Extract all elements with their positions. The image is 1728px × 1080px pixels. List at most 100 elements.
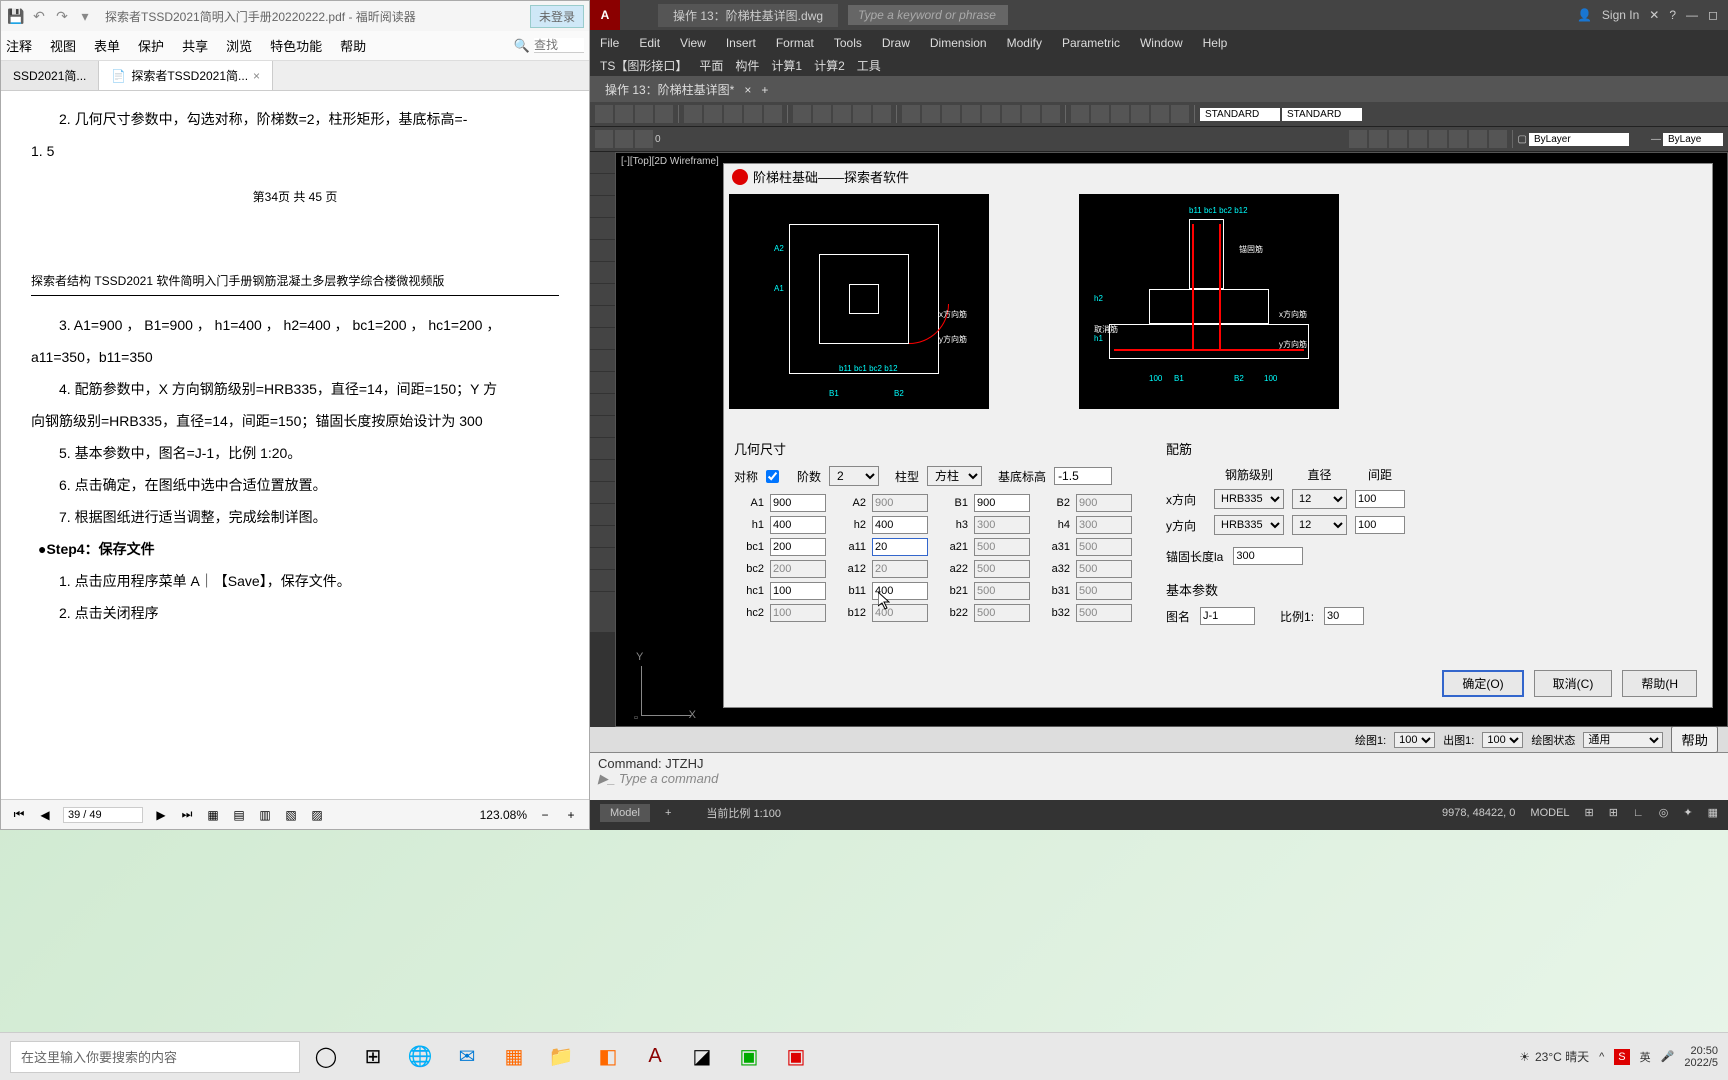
command-input[interactable]: Type a command (619, 771, 718, 786)
menu-browse[interactable]: 浏览 (226, 36, 252, 55)
cortana-icon[interactable]: ⊞ (352, 1037, 394, 1077)
explorer-icon[interactable]: 📁 (540, 1037, 582, 1077)
last-page-icon[interactable]: ⏭ (179, 807, 195, 822)
y-dia-select[interactable]: 12 (1292, 515, 1347, 535)
tool-icon[interactable] (902, 105, 920, 123)
bc1-input[interactable] (770, 538, 826, 556)
name-input[interactable] (1200, 607, 1255, 625)
tool-icon[interactable] (1071, 105, 1089, 123)
tool-icon[interactable] (833, 105, 851, 123)
coltype-select[interactable]: 方柱 (927, 466, 982, 486)
tool-icon[interactable] (1002, 105, 1020, 123)
menu-help[interactable]: Help (1203, 36, 1228, 50)
tool-icon[interactable] (1489, 130, 1507, 148)
draw-tool-icon[interactable] (590, 174, 615, 196)
taskbar-search-input[interactable]: 在这里输入你要搜索的内容 (10, 1041, 300, 1073)
zoom-out-icon[interactable]: − (537, 808, 553, 822)
tool-icon[interactable] (724, 105, 742, 123)
tool-icon[interactable] (595, 105, 613, 123)
tool-icon[interactable] (635, 130, 653, 148)
ime-icon[interactable]: S (1614, 1049, 1629, 1065)
tool-icon[interactable] (942, 105, 960, 123)
layout-icon[interactable]: ▧ (283, 808, 299, 822)
layer-combo[interactable]: STANDARD (1282, 108, 1362, 121)
status-icon[interactable]: ⊞ (1585, 806, 1594, 819)
x-grade-select[interactable]: HRB335 (1214, 489, 1284, 509)
tray-icon[interactable]: ^ (1599, 1051, 1604, 1063)
tool-icon[interactable] (1151, 105, 1169, 123)
draw-tool-icon[interactable] (590, 240, 615, 262)
plus-icon[interactable]: + (665, 807, 671, 819)
login-button[interactable]: 未登录 (530, 5, 584, 28)
menu-tools[interactable]: Tools (834, 36, 862, 50)
x-dia-select[interactable]: 12 (1292, 489, 1347, 509)
draw-tool-icon[interactable] (590, 504, 615, 526)
help-button[interactable]: 帮助 (1671, 726, 1718, 753)
mail-icon[interactable]: ✉ (446, 1037, 488, 1077)
edge-icon[interactable]: 🌐 (399, 1037, 441, 1077)
out1-select[interactable]: 100 (1482, 732, 1523, 748)
layout-icon[interactable]: ▨ (309, 808, 325, 822)
menu-feature[interactable]: 特色功能 (270, 36, 322, 55)
draw-tool-icon[interactable] (590, 284, 615, 306)
tool-icon[interactable] (1429, 130, 1447, 148)
menu-parametric[interactable]: Parametric (1062, 36, 1120, 50)
tool-icon[interactable] (1091, 105, 1109, 123)
menu2-tool[interactable]: 工具 (857, 57, 881, 74)
tool-icon[interactable] (1111, 105, 1129, 123)
draw-tool-icon[interactable] (590, 416, 615, 438)
save-icon[interactable]: 💾 (6, 6, 26, 26)
ok-button[interactable]: 确定(O) (1442, 670, 1523, 697)
doctab[interactable]: 操作 13：阶梯柱基详图* (605, 81, 734, 98)
menu-modify[interactable]: Modify (1007, 36, 1042, 50)
x-spc-input[interactable] (1355, 490, 1405, 508)
clock-time[interactable]: 20:50 (1684, 1045, 1718, 1057)
tool-icon[interactable] (1349, 130, 1367, 148)
menu2-ts[interactable]: TS【图形接口】 (600, 57, 687, 74)
status-icon[interactable]: ▦ (1708, 806, 1718, 819)
maximize-icon[interactable]: ◻ (1708, 8, 1718, 22)
task-view-icon[interactable]: ◯ (305, 1037, 347, 1077)
tool-icon[interactable] (704, 105, 722, 123)
close-icon[interactable]: × (253, 69, 260, 83)
weather-widget[interactable]: ☀ 23°C 晴天 (1519, 1048, 1589, 1065)
cancel-button[interactable]: 取消(C) (1534, 670, 1613, 697)
ime-label[interactable]: 英 (1640, 1049, 1651, 1065)
model-tab[interactable]: Model (600, 804, 650, 822)
app-icon[interactable]: ▦ (493, 1037, 535, 1077)
menu-protect[interactable]: 保护 (138, 36, 164, 55)
tool-icon[interactable] (744, 105, 762, 123)
tool-icon[interactable] (1469, 130, 1487, 148)
tool-icon[interactable] (595, 130, 613, 148)
menu-share[interactable]: 共享 (182, 36, 208, 55)
baseelev-input[interactable] (1054, 467, 1112, 485)
pdf-tab-2[interactable]: 📄 探索者TSSD2021简... × (99, 61, 273, 90)
b11-input[interactable] (872, 582, 928, 600)
search-icon[interactable]: 🔍 (514, 38, 530, 54)
draw-tool-icon[interactable] (590, 438, 615, 460)
y-spc-input[interactable] (1355, 516, 1405, 534)
draw-tool-icon[interactable] (590, 328, 615, 350)
layout-icon[interactable]: ▦ (205, 808, 221, 822)
tool-icon[interactable] (793, 105, 811, 123)
signin-button[interactable]: Sign In (1602, 8, 1639, 22)
layer-combo[interactable]: STANDARD (1200, 108, 1280, 121)
tool-icon[interactable] (615, 130, 633, 148)
tool-icon[interactable] (655, 105, 673, 123)
menu-window[interactable]: Window (1140, 36, 1183, 50)
anchor-input[interactable] (1233, 547, 1303, 565)
draw-tool-icon[interactable] (590, 372, 615, 394)
menu2-calc2[interactable]: 计算2 (814, 57, 845, 74)
menu-view[interactable]: View (680, 36, 706, 50)
zoom-in-icon[interactable]: + (563, 808, 579, 822)
menu-draw[interactable]: Draw (882, 36, 910, 50)
symmetry-checkbox[interactable] (766, 470, 779, 483)
tool-icon[interactable] (982, 105, 1000, 123)
close-icon[interactable]: × (744, 83, 751, 97)
undo-icon[interactable]: ↶ (29, 6, 49, 26)
dialog-titlebar[interactable]: 阶梯柱基础——探索者软件 (724, 164, 1712, 189)
tool-icon[interactable] (615, 105, 633, 123)
mic-icon[interactable]: 🎤 (1661, 1050, 1675, 1063)
tool-icon[interactable] (684, 105, 702, 123)
menu-dimension[interactable]: Dimension (930, 36, 987, 50)
